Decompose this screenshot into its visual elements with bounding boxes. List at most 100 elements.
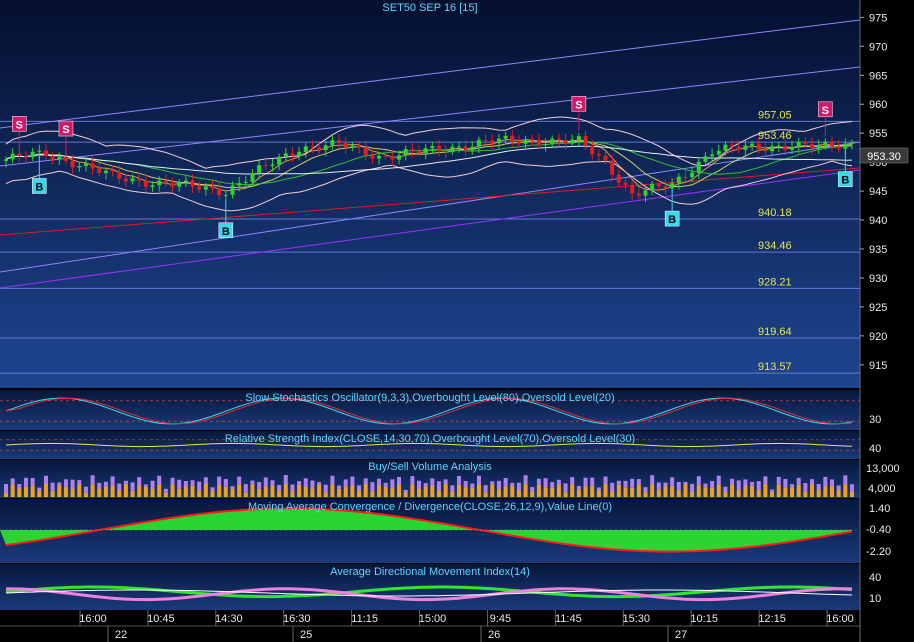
volume-bar <box>490 484 495 497</box>
candle-body <box>223 194 228 196</box>
volume-bar <box>290 484 295 492</box>
volume-bar <box>170 484 175 497</box>
level-label-4: 928.21 <box>758 276 792 288</box>
candle-body <box>4 159 8 161</box>
volume-bar <box>430 478 435 486</box>
candle-body <box>583 136 588 146</box>
volume-bar <box>476 484 481 497</box>
time-label-8: 15:30 <box>623 613 651 625</box>
volume-bar <box>730 478 735 485</box>
candle-body <box>663 186 668 189</box>
trading-chart[interactable]: SSBBSBSB 9759709659609559509459409359309… <box>0 0 914 642</box>
candle-body <box>283 153 288 157</box>
volume-bar <box>850 484 854 492</box>
sell-marker-label-4: S <box>575 99 582 111</box>
volume-bar <box>576 486 581 490</box>
candle-body <box>810 143 815 149</box>
candle-body <box>636 193 641 196</box>
candle-body <box>690 172 695 178</box>
volume-bar <box>223 479 228 487</box>
main-price-panel[interactable] <box>0 0 860 388</box>
volume-bar <box>297 485 302 497</box>
volume-bar <box>630 478 635 488</box>
volume-bar <box>403 492 408 497</box>
volume-bar <box>337 488 342 497</box>
volume-bar <box>397 484 402 497</box>
candle-body <box>516 141 521 144</box>
volume-bar <box>776 476 781 485</box>
volume-bar <box>450 491 455 497</box>
date-label-1: 25 <box>300 629 312 641</box>
volume-bar <box>763 484 768 497</box>
volume-bar <box>17 483 22 489</box>
candle-body <box>670 183 675 189</box>
volume-bar <box>570 484 575 497</box>
volume-y-label-low: 4,000 <box>868 483 896 495</box>
volume-bar <box>397 477 402 485</box>
volume-bar <box>716 484 721 497</box>
buy-marker-label-5: B <box>668 214 676 226</box>
volume-bar <box>4 493 8 497</box>
price-axis-label-11: 920 <box>869 331 887 343</box>
price-axis-label-3: 960 <box>869 99 887 111</box>
volume-bar <box>830 485 835 497</box>
time-label-6: 9:45 <box>490 613 511 625</box>
candle-body <box>383 155 388 157</box>
candle-body <box>836 146 841 149</box>
rsi-y-label: 40 <box>869 443 881 455</box>
candle-body <box>290 153 295 156</box>
volume-bar <box>10 478 15 485</box>
candle-body <box>596 154 601 156</box>
candle-body <box>490 140 495 144</box>
volume-bar <box>530 491 535 497</box>
volume-bar <box>636 484 641 497</box>
volume-bar <box>503 478 508 487</box>
volume-bar <box>230 488 235 497</box>
volume-bar <box>210 487 215 491</box>
volume-bar <box>143 486 148 497</box>
volume-bar <box>217 485 222 497</box>
volume-bar <box>270 485 275 497</box>
candle-body <box>463 146 468 151</box>
candle-body <box>723 144 728 151</box>
sell-marker-label-0: S <box>16 119 23 131</box>
volume-bar <box>663 486 668 497</box>
candle-body <box>230 185 235 195</box>
volume-bar <box>210 490 215 497</box>
volume-bar <box>576 489 581 497</box>
time-label-4: 11:15 <box>351 613 378 625</box>
candle-body <box>117 171 122 179</box>
candle-body <box>730 144 735 147</box>
volume-bar <box>583 486 588 497</box>
candle-body <box>496 138 501 144</box>
volume-bar <box>670 477 675 486</box>
volume-bar <box>743 479 748 486</box>
volume-bar <box>803 491 808 497</box>
volume-bar <box>177 479 182 489</box>
volume-bar <box>130 490 135 497</box>
rsi-title: Relative Strength Index(CLOSE,14,30,70),… <box>225 433 635 445</box>
volume-bar <box>690 491 695 497</box>
candle-body <box>163 180 168 184</box>
volume-bar <box>656 482 661 490</box>
volume-bar <box>410 476 415 485</box>
volume-bar <box>423 483 428 487</box>
volume-bar <box>596 487 601 490</box>
volume-bar <box>616 484 621 497</box>
volume-bar <box>17 488 22 497</box>
stoch-title: Slow Stochastics Oscillator(9,3,3),Overb… <box>245 392 614 404</box>
volume-bar <box>490 481 495 485</box>
candle-body <box>103 170 108 174</box>
date-label-3: 27 <box>675 629 687 641</box>
volume-bar <box>310 480 315 489</box>
volume-bar <box>736 489 741 497</box>
candle-body <box>183 180 188 183</box>
current-price-text: 953.30 <box>867 151 901 163</box>
candle-body <box>397 155 402 160</box>
volume-bar <box>190 480 195 486</box>
volume-bar <box>90 484 95 497</box>
volume-bar <box>703 487 708 497</box>
level-label-3: 934.46 <box>758 240 792 252</box>
sell-marker-label-1: S <box>62 124 69 136</box>
volume-bar <box>377 478 382 485</box>
